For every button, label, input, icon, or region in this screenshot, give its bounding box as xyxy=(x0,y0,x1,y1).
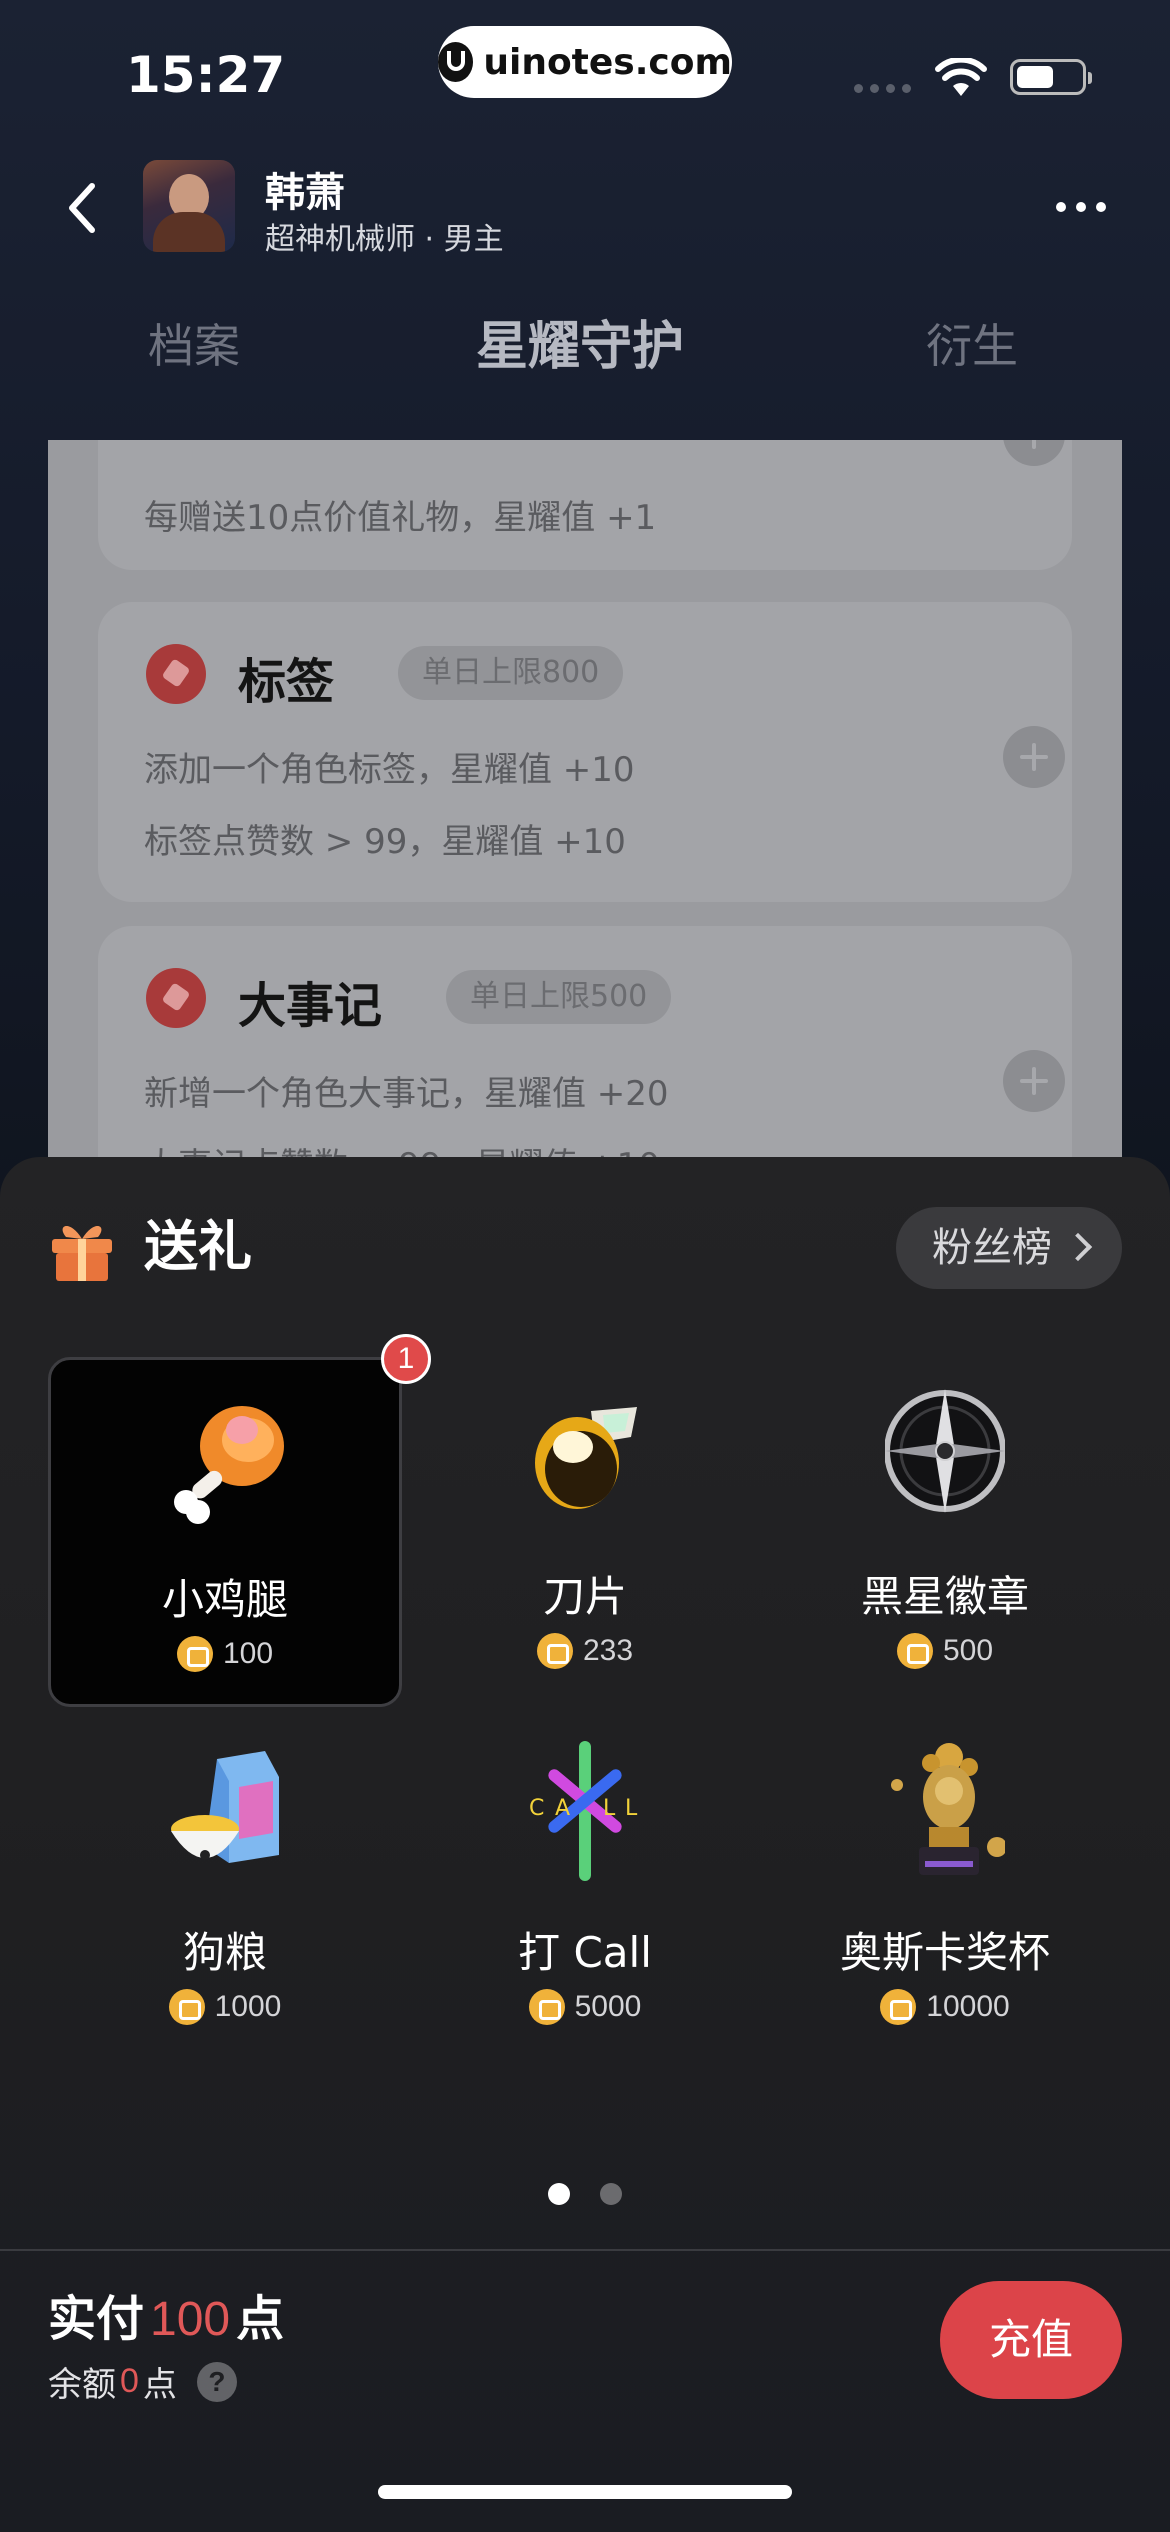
task-card-tag: 标签 单日上限800 添加一个角色标签，星耀值 +10 标签点赞数 > 99，星… xyxy=(98,602,1072,902)
page-dot-active[interactable] xyxy=(548,2183,570,2205)
top-nav: 韩萧 超神机械师 · 男主 xyxy=(0,150,1170,270)
task-card-gift: 每赠送10点价值礼物，星耀值 +1 xyxy=(98,440,1072,570)
site-logo-icon xyxy=(438,42,474,82)
character-name: 韩萧 xyxy=(265,170,345,216)
gift-name: 小鸡腿 xyxy=(161,1575,288,1624)
task-line: 添加一个角色标签，星耀值 +10 xyxy=(144,750,635,790)
recharge-button[interactable]: 充值 xyxy=(940,2281,1122,2399)
home-indicator xyxy=(378,2485,792,2499)
tab-bar: 档案 星耀守护 衍生 xyxy=(0,310,1170,400)
task-limit-badge: 单日上限800 xyxy=(398,646,624,700)
wifi-icon xyxy=(935,58,987,96)
pay-unit: 点 xyxy=(236,2291,285,2347)
gift-price: 1000 xyxy=(48,1989,402,2025)
gift-box-icon xyxy=(52,1225,112,1281)
gift-item-black-star-badge[interactable]: 黑星徽章 500 xyxy=(768,1357,1122,1707)
add-icon[interactable] xyxy=(1003,726,1065,788)
gift-price-value: 5000 xyxy=(574,1990,642,2023)
page-indicator xyxy=(548,2183,622,2205)
battery-icon xyxy=(1010,59,1092,95)
avatar[interactable] xyxy=(143,160,235,252)
gift-item-dog-food[interactable]: 狗粮 1000 xyxy=(48,1713,402,2063)
coin-icon xyxy=(536,1633,573,1669)
task-line: 每赠送10点价值礼物，星耀值 +1 xyxy=(144,498,657,538)
task-title: 标签 xyxy=(238,654,335,710)
pay-amount: 100 xyxy=(150,2293,231,2346)
compass-badge-icon xyxy=(885,1389,1005,1513)
balance-amount: 0 xyxy=(120,2362,139,2400)
fans-ranking-label: 粉丝榜 xyxy=(932,1225,1052,1271)
glowstick-icon: C A L L xyxy=(529,1741,638,1881)
page-dot[interactable] xyxy=(600,2183,622,2205)
svg-text:L: L xyxy=(603,1796,616,1821)
drumstick-icon xyxy=(174,1406,284,1524)
character-subtitle: 超神机械师 · 男主 xyxy=(265,222,504,257)
pay-prefix: 实付 xyxy=(48,2291,145,2347)
svg-text:C: C xyxy=(529,1796,544,1821)
gift-price-value: 233 xyxy=(582,1634,634,1667)
gift-item-call[interactable]: C A L L 打 Call 5000 xyxy=(408,1713,762,2063)
gift-name: 刀片 xyxy=(542,1572,627,1621)
gift-name: 狗粮 xyxy=(182,1928,267,1977)
help-icon[interactable]: ? xyxy=(196,2361,237,2402)
coin-icon xyxy=(168,1989,205,2025)
balance-unit: 点 xyxy=(142,2365,177,2405)
task-line: 新增一个角色大事记，星耀值 +20 xyxy=(144,1074,669,1114)
gift-price: 5000 xyxy=(408,1989,762,2025)
gift-price-value: 500 xyxy=(942,1634,994,1667)
task-line: 标签点赞数 > 99，星耀值 +10 xyxy=(144,822,626,862)
dog-food-icon xyxy=(171,1751,279,1863)
pen-icon xyxy=(146,968,206,1028)
status-bar: 15:27 uinotes.com xyxy=(0,0,1170,140)
gift-name: 黑星徽章 xyxy=(860,1572,1029,1621)
coin-icon xyxy=(176,1636,213,1672)
coin-icon xyxy=(896,1633,933,1669)
task-limit-badge: 单日上限500 xyxy=(446,970,672,1024)
add-icon[interactable] xyxy=(1003,1050,1065,1112)
tag-icon xyxy=(146,644,206,704)
task-title: 大事记 xyxy=(238,978,383,1034)
tab-star-guard[interactable]: 星耀守护 xyxy=(476,304,684,379)
gift-price-value: 100 xyxy=(222,1637,274,1670)
tab-derivative[interactable]: 衍生 xyxy=(926,310,1018,376)
gift-price: 100 xyxy=(51,1636,399,1672)
gift-price-value: 10000 xyxy=(926,1990,1010,2023)
gift-grid: 小鸡腿 100 1 刀片 233 黑星徽章 500 狗粮 1000 C A L … xyxy=(48,1334,1122,2057)
blade-icon xyxy=(535,1407,637,1509)
svg-text:A: A xyxy=(555,1796,570,1821)
svg-text:L: L xyxy=(625,1796,638,1821)
background-page: 15:27 uinotes.com 韩萧 超神机械师 · 男主 档案 星耀守护 … xyxy=(0,0,1170,1200)
coin-icon xyxy=(880,1989,917,2025)
coin-icon xyxy=(528,1989,565,2025)
gift-name: 打 Call xyxy=(518,1928,652,1977)
back-arrow-icon[interactable] xyxy=(58,178,108,238)
pay-summary: 实付 100 点 xyxy=(48,2279,284,2349)
add-icon[interactable] xyxy=(1003,440,1065,466)
url-pill: uinotes.com xyxy=(438,26,732,98)
gift-name: 奥斯卡奖杯 xyxy=(839,1928,1050,1977)
url-text: uinotes.com xyxy=(483,41,732,83)
divider xyxy=(0,2249,1170,2251)
gift-price: 10000 xyxy=(768,1989,1122,2025)
fans-ranking-button[interactable]: 粉丝榜 xyxy=(896,1207,1122,1289)
gift-item-drumstick[interactable]: 小鸡腿 100 1 xyxy=(48,1334,431,1707)
chevron-right-icon xyxy=(1063,1232,1093,1262)
gift-sheet: 送礼 粉丝榜 小鸡腿 100 1 刀片 233 黑星徽章 500 狗粮 1000… xyxy=(0,1157,1170,2532)
more-options-icon[interactable] xyxy=(1056,202,1106,212)
gift-price: 233 xyxy=(408,1633,762,1669)
tab-profile[interactable]: 档案 xyxy=(148,310,240,376)
gift-price: 500 xyxy=(768,1633,1122,1669)
trophy-icon xyxy=(891,1743,1005,1875)
sheet-title: 送礼 xyxy=(144,1215,252,1278)
sheet-header: 送礼 粉丝榜 xyxy=(48,1207,1122,1289)
status-time: 15:27 xyxy=(126,46,286,104)
cellular-signal-icon xyxy=(854,84,911,93)
gift-price-value: 1000 xyxy=(214,1990,282,2023)
gift-item-oscar-trophy[interactable]: 奥斯卡奖杯 10000 xyxy=(768,1713,1122,2063)
gift-item-blade[interactable]: 刀片 233 xyxy=(408,1357,762,1707)
task-panel: 每赠送10点价值礼物，星耀值 +1 标签 单日上限800 添加一个角色标签，星耀… xyxy=(48,440,1122,1200)
balance-prefix: 余额 xyxy=(48,2365,116,2405)
balance-summary: 余额 0 点 ? xyxy=(48,2357,237,2406)
